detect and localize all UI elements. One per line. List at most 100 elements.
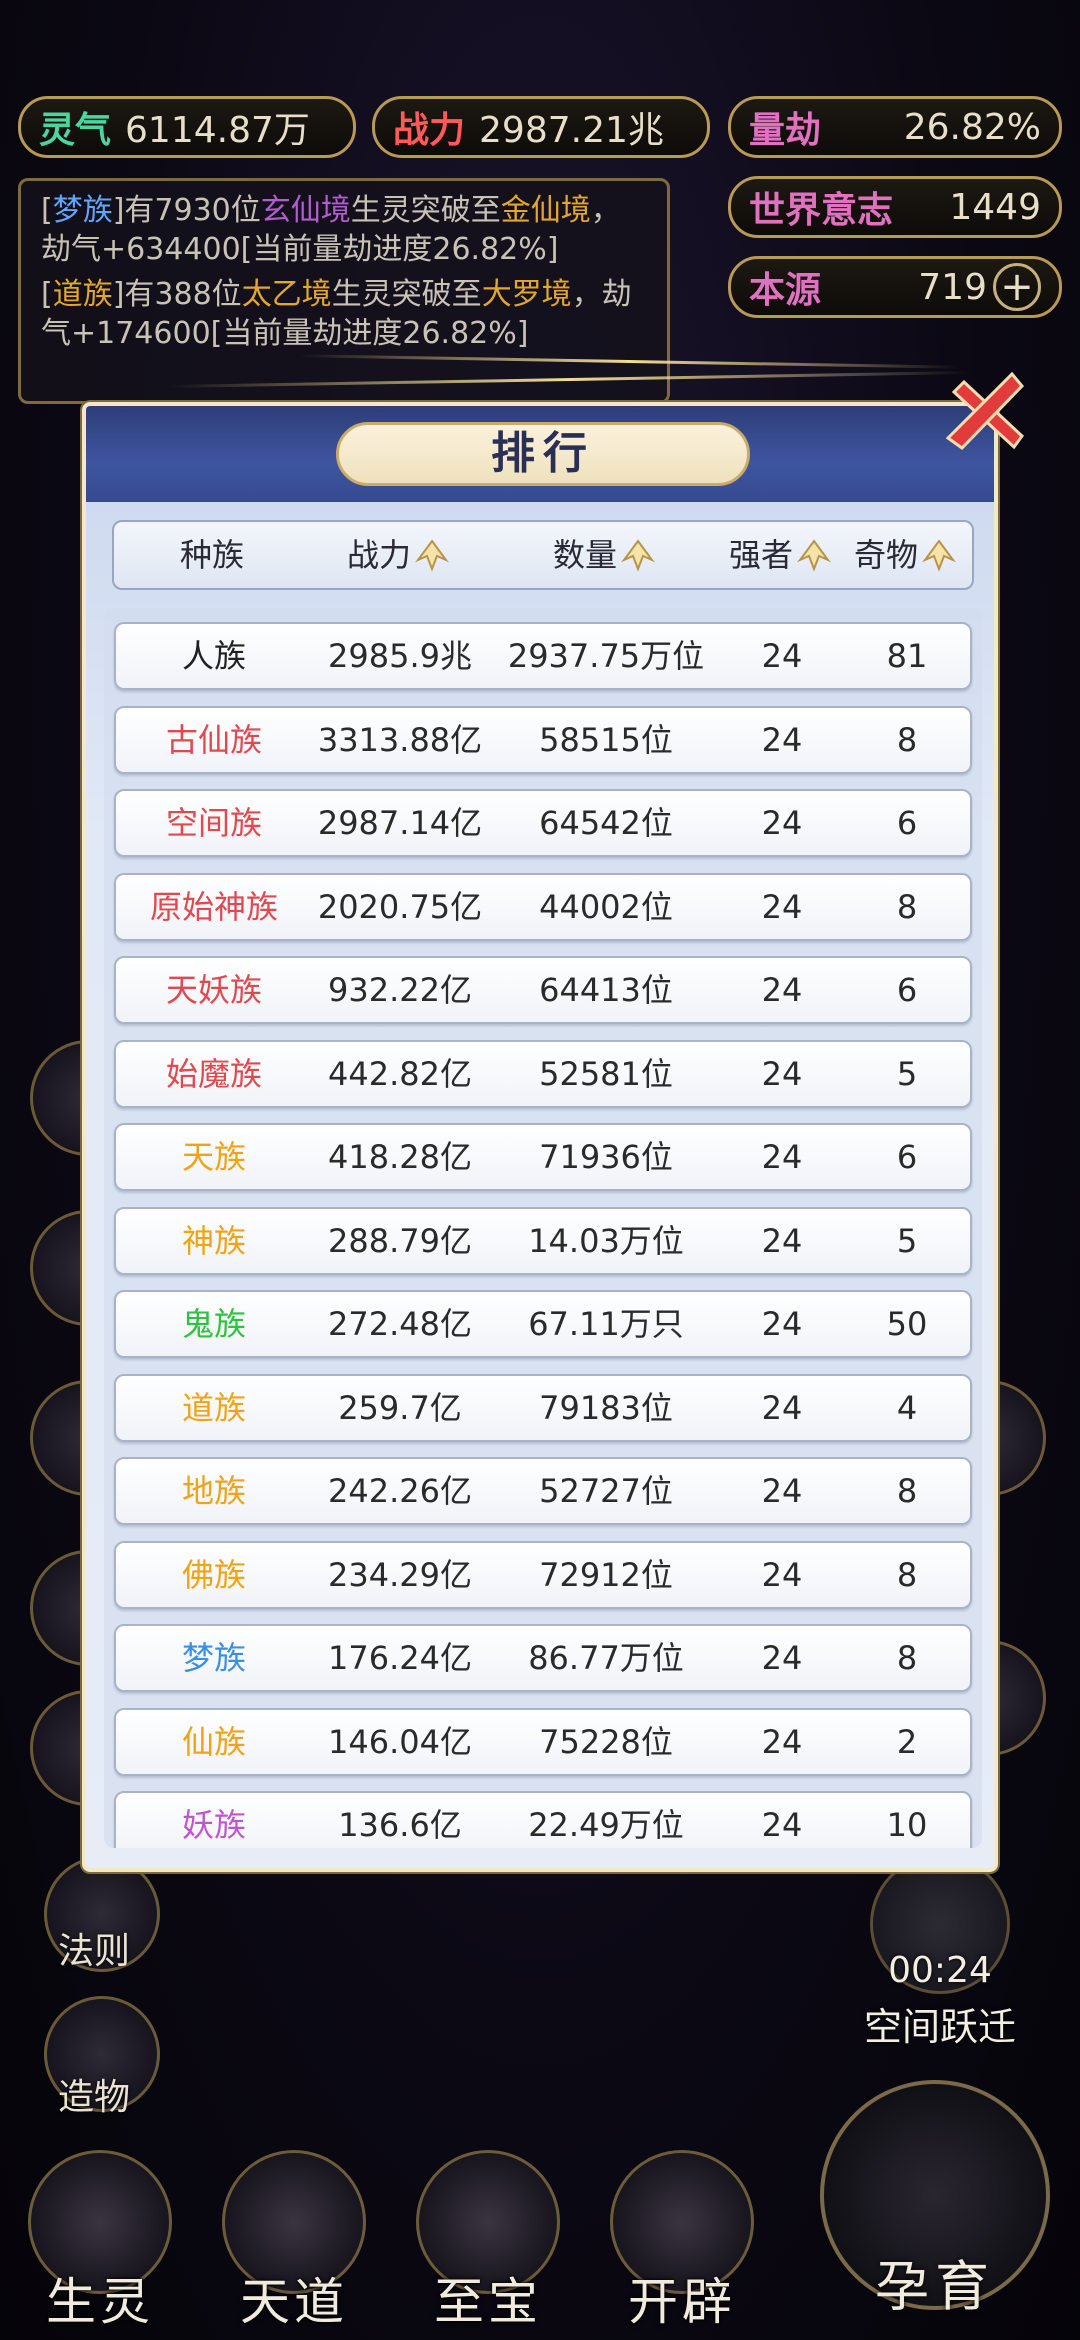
items-cell: 81 [886, 637, 928, 675]
sort-count-button[interactable]: 数量 [486, 522, 722, 588]
nav-tiandao[interactable]: 天道 [204, 2150, 384, 2340]
nav-shengling[interactable]: 生灵 [10, 2150, 190, 2340]
table-row[interactable]: 仙族 146.04亿 75228位 24 2 [114, 1707, 972, 1776]
table-row[interactable]: 古仙族 3313.88亿 58515位 24 8 [114, 705, 972, 774]
race-cell: 地族 [181, 1472, 246, 1510]
lingqi-label: 灵气 [39, 109, 112, 151]
kongjian-yueqian-button[interactable]: 00:24 空间跃迁 [840, 1854, 1040, 2049]
race-cell: 仙族 [181, 1722, 246, 1761]
lingqi-stat: 灵气 6114.87万 [18, 96, 356, 158]
items-cell: 6 [896, 1138, 918, 1176]
sort-power-button[interactable]: 战力 [310, 522, 486, 588]
items-cell: 5 [896, 1221, 918, 1260]
strong-cell: 24 [761, 1472, 803, 1510]
items-cell: 8 [896, 720, 918, 759]
table-row[interactable]: 鬼族 272.48亿 67.11万只 24 50 [114, 1290, 972, 1358]
ranking-list[interactable]: 人族 2985.9兆 2937.75万位 24 81 古仙族 3313.88亿 58515位 2… [104, 608, 982, 1848]
count-cell: 52727位 [539, 1472, 673, 1510]
count-cell: 22.49万位 [528, 1806, 684, 1844]
race-cell: 人族 [181, 637, 246, 675]
liangjie-label: 量劫 [749, 109, 822, 151]
nav-kaipi[interactable]: 开辟 [592, 2150, 772, 2340]
log-entry: [道族]有388位太乙境生灵突破至大罗境，劫气+174600[当前量劫进度26.… [41, 277, 632, 351]
race-cell: 道族 [181, 1388, 246, 1427]
power-cell: 2020.75亿 [317, 887, 483, 926]
race-cell: 梦族 [181, 1639, 246, 1677]
race-cell: 鬼族 [181, 1305, 246, 1343]
lingqi-value: 6114.87万 [125, 110, 310, 151]
zhanli-stat: 战力 2987.21兆 [372, 96, 710, 158]
table-row[interactable]: 神族 288.79亿 14.03万位 24 5 [114, 1206, 972, 1275]
strong-cell: 24 [761, 1806, 803, 1844]
zhanli-value: 2987.21兆 [479, 110, 664, 151]
table-row[interactable]: 地族 242.26亿 52727位 24 8 [114, 1457, 972, 1525]
race-cell: 空间族 [165, 804, 262, 842]
race-cell: 佛族 [181, 1555, 246, 1594]
nav-zhibao[interactable]: 至宝 [398, 2150, 578, 2340]
items-cell: 5 [896, 1054, 918, 1093]
power-cell: 2987.14亿 [317, 804, 483, 842]
table-row[interactable]: 天族 418.28亿 71936位 24 6 [114, 1123, 972, 1191]
power-cell: 442.82亿 [328, 1054, 472, 1093]
table-row[interactable]: 始魔族 442.82亿 52581位 24 5 [114, 1039, 972, 1108]
count-cell: 86.77万位 [528, 1639, 684, 1677]
race-cell: 神族 [181, 1221, 246, 1260]
shijie-label: 世界意志 [749, 189, 894, 231]
nav-yunyu[interactable]: 孕育 [820, 2080, 1050, 2330]
power-cell: 272.48亿 [328, 1305, 472, 1343]
shijie-value: 1449 [949, 186, 1041, 228]
strong-cell: 24 [761, 1054, 803, 1093]
power-cell: 932.22亿 [328, 971, 472, 1009]
power-cell: 176.24亿 [328, 1639, 472, 1677]
ranking-panel: 排行 种族 战力 数量 强者 奇物 人族 2985.9兆 2937.75万位 24 81… [82, 402, 998, 1872]
power-cell: 146.04亿 [328, 1722, 472, 1761]
header-race: 种族 [179, 536, 244, 574]
power-cell: 3313.88亿 [317, 720, 483, 759]
table-row[interactable]: 道族 259.7亿 79183位 24 4 [114, 1373, 972, 1442]
plus-icon: + [1000, 264, 1034, 310]
power-cell: 418.28亿 [328, 1138, 472, 1176]
count-cell: 72912位 [539, 1555, 673, 1594]
table-row[interactable]: 空间族 2987.14亿 64542位 24 6 [114, 789, 972, 857]
kongjian-label: 空间跃迁 [863, 2005, 1016, 2049]
count-cell: 58515位 [539, 720, 673, 759]
sort-strong-button[interactable]: 强者 [722, 522, 838, 588]
items-cell: 2 [896, 1722, 918, 1761]
count-cell: 71936位 [539, 1138, 673, 1176]
power-cell: 288.79亿 [328, 1221, 472, 1260]
close-icon[interactable] [934, 362, 1034, 462]
table-row[interactable]: 原始神族 2020.75亿 44002位 24 8 [114, 872, 972, 941]
items-cell: 8 [896, 1555, 918, 1594]
race-cell: 天族 [181, 1138, 246, 1176]
sort-arrow-icon [621, 539, 655, 572]
table-row[interactable]: 人族 2985.9兆 2937.75万位 24 81 [114, 622, 972, 690]
benyuan-stat: 本源 719 + [728, 256, 1062, 318]
countdown-timer: 00:24 [888, 1950, 992, 1991]
benyuan-value: 719 [918, 266, 987, 308]
items-cell: 6 [896, 804, 918, 842]
liangjie-value: 26.82% [903, 106, 1041, 148]
race-cell: 古仙族 [165, 720, 262, 759]
items-cell: 8 [896, 1472, 918, 1510]
table-row[interactable]: 天妖族 932.22亿 64413位 24 6 [114, 956, 972, 1024]
zao-wu-label: 造物 [58, 2077, 131, 2118]
add-benyuan-button[interactable]: + [993, 263, 1041, 311]
strong-cell: 24 [761, 1221, 803, 1260]
strong-cell: 24 [761, 1722, 803, 1761]
liangjie-stat: 量劫 26.82% [728, 96, 1062, 158]
count-cell: 79183位 [539, 1388, 673, 1427]
sort-items-button[interactable]: 奇物 [838, 522, 972, 588]
event-log: [梦族]有7930位玄仙境生灵突破至金仙境，劫气+634400[当前量劫进度26… [18, 178, 670, 404]
power-cell: 259.7亿 [338, 1388, 462, 1427]
table-row[interactable]: 梦族 176.24亿 86.77万位 24 8 [114, 1624, 972, 1692]
sort-arrow-icon [922, 539, 956, 572]
table-row[interactable]: 妖族 136.6亿 22.49万位 24 10 [114, 1791, 972, 1848]
items-cell: 8 [896, 1639, 918, 1677]
race-cell: 始魔族 [165, 1054, 262, 1093]
table-row[interactable]: 佛族 234.29亿 72912位 24 8 [114, 1540, 972, 1609]
race-cell: 天妖族 [165, 971, 262, 1009]
items-cell: 4 [896, 1388, 918, 1427]
count-cell: 75228位 [539, 1722, 673, 1761]
items-cell: 50 [886, 1305, 928, 1343]
items-cell: 10 [886, 1806, 928, 1844]
